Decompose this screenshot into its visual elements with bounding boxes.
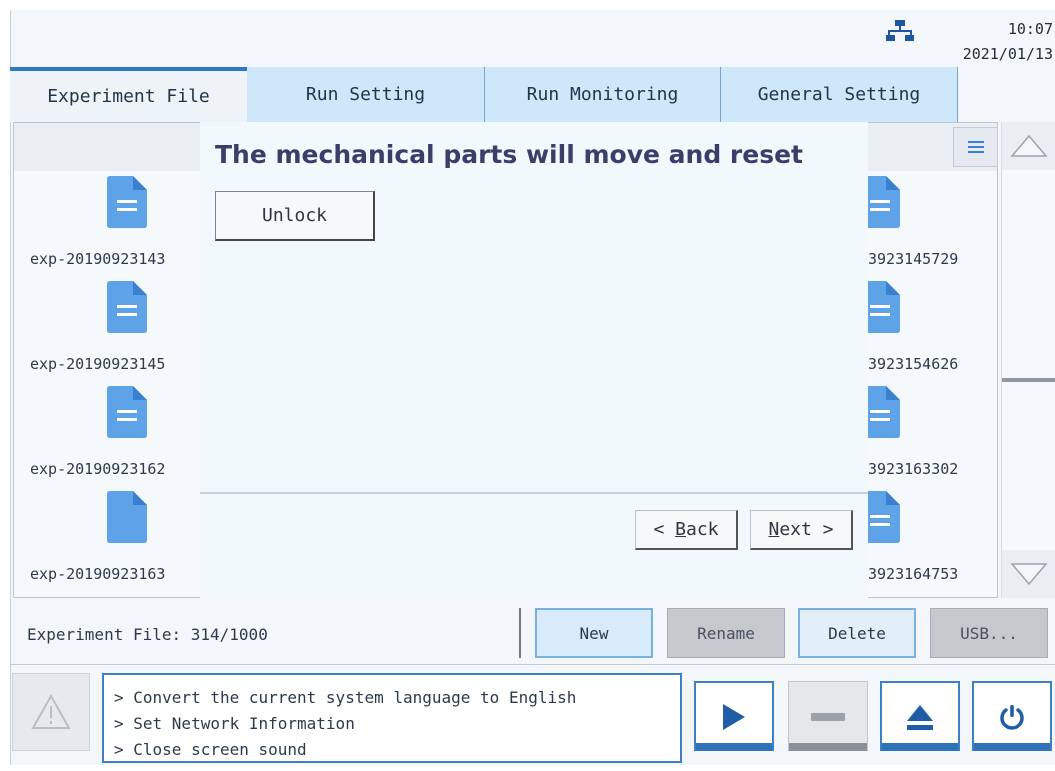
usb-button[interactable]: USB... — [930, 608, 1048, 658]
chevron-down-icon — [1010, 563, 1048, 586]
file-count: Experiment File: 314/1000 — [27, 625, 268, 644]
back-mnemonic: B — [675, 519, 686, 540]
clock-date: 2021/01/13 — [962, 45, 1053, 63]
next-button[interactable]: Next > — [750, 510, 853, 550]
next-label-rest: ext — [779, 519, 812, 540]
back-prefix: < — [653, 519, 676, 540]
rename-button[interactable]: Rename — [667, 608, 785, 658]
file-item[interactable]: exp-20190923162 — [14, 386, 204, 496]
bottom-divider — [10, 664, 1055, 665]
stop-button-bar — [789, 743, 867, 751]
file-name: 3923154626 — [868, 355, 959, 373]
scrollbar[interactable] — [1001, 122, 1055, 598]
clock-time: 10:07 — [1007, 20, 1053, 38]
play-icon — [723, 704, 745, 730]
file-item[interactable]: 3923163302 — [860, 386, 997, 496]
tab-general-setting[interactable]: General Setting — [721, 67, 958, 122]
back-label-rest: ack — [686, 519, 719, 540]
status-divider — [519, 608, 521, 658]
file-item[interactable]: exp-20190923145 — [14, 281, 204, 391]
next-mnemonic: N — [768, 519, 780, 540]
file-item[interactable]: exp-20190923143 — [14, 176, 204, 286]
new-button[interactable]: New — [535, 608, 653, 658]
file-name: 3923164753 — [868, 565, 959, 583]
file-item[interactable]: 3923164753 — [860, 491, 997, 597]
power-icon — [1000, 705, 1024, 730]
power-button-bar — [974, 743, 1050, 751]
file-name: 3923163302 — [868, 460, 959, 478]
file-item[interactable]: 3923154626 — [860, 281, 997, 391]
stop-button[interactable] — [788, 681, 868, 751]
back-button[interactable]: < Back — [635, 510, 738, 550]
message-item[interactable]: > Set Network Information — [114, 711, 680, 737]
status-bar: Experiment File: 314/1000 New Rename Del… — [13, 604, 1055, 662]
scroll-up-button[interactable] — [1002, 122, 1055, 170]
file-name: 3923145729 — [868, 250, 959, 268]
network-icon — [886, 20, 914, 41]
message-panel: > Convert the current system language to… — [102, 673, 682, 763]
scroll-thumb[interactable] — [1002, 378, 1055, 382]
eject-button-bar — [882, 743, 958, 751]
file-name: exp-20190923145 — [30, 355, 166, 373]
chevron-up-icon — [1010, 134, 1048, 157]
power-button[interactable] — [972, 681, 1052, 751]
list-icon — [967, 141, 984, 153]
file-name: exp-20190923163 — [30, 565, 166, 583]
unlock-button[interactable]: Unlock — [215, 191, 375, 241]
document-icon — [107, 176, 147, 228]
scroll-down-button[interactable] — [1002, 550, 1055, 598]
eject-button[interactable] — [880, 681, 960, 751]
message-item[interactable]: > Close screen sound — [114, 737, 680, 763]
reset-dialog: The mechanical parts will move and reset… — [200, 122, 868, 598]
list-view-button[interactable] — [953, 127, 998, 167]
next-suffix: > — [811, 519, 834, 540]
file-item[interactable]: 3923145729 — [860, 176, 997, 286]
warning-icon — [31, 694, 71, 729]
delete-button[interactable]: Delete — [798, 608, 916, 658]
run-button-bar — [696, 743, 772, 751]
tab-run-monitoring[interactable]: Run Monitoring — [485, 67, 721, 122]
dialog-title: The mechanical parts will move and reset — [215, 140, 803, 169]
dialog-divider — [200, 492, 868, 494]
document-icon — [107, 491, 147, 543]
run-button[interactable] — [694, 681, 774, 751]
message-item[interactable]: > Convert the current system language to… — [114, 685, 680, 711]
tab-run-setting[interactable]: Run Setting — [247, 67, 485, 122]
warning-button[interactable] — [12, 673, 90, 751]
tab-experiment-file[interactable]: Experiment File — [10, 67, 247, 122]
document-icon — [107, 281, 147, 333]
file-name: exp-20190923143 — [30, 250, 166, 268]
eject-icon — [907, 705, 933, 730]
file-name: exp-20190923162 — [30, 460, 166, 478]
minus-icon — [811, 712, 845, 721]
file-item[interactable]: exp-20190923163 — [14, 491, 204, 597]
document-icon — [107, 386, 147, 438]
